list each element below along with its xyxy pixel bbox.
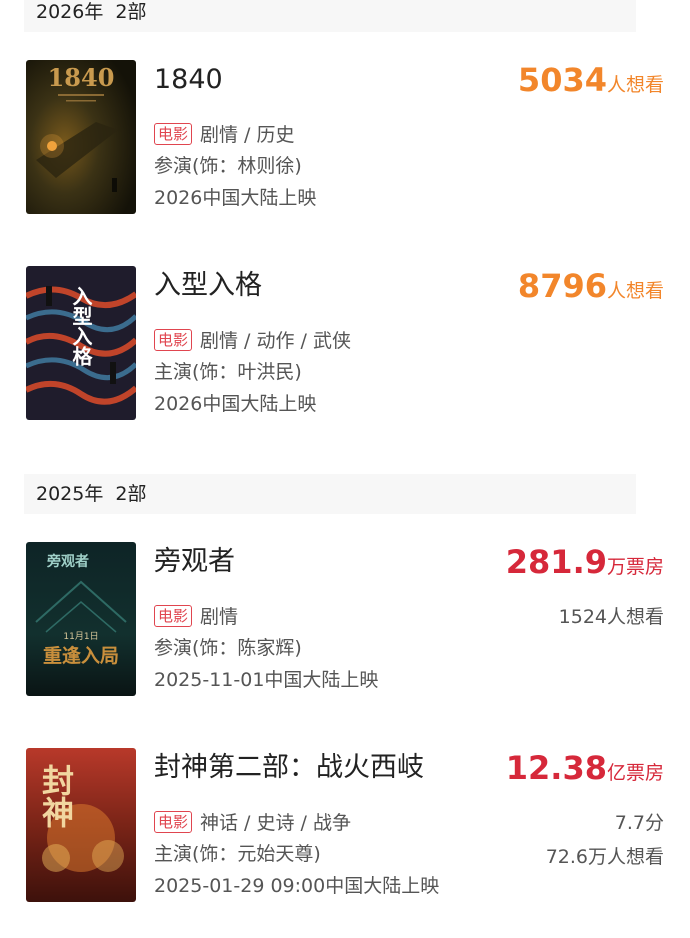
type-tag: 电影 (154, 329, 193, 351)
film-item-ruxingruge[interactable]: 入型入格 入型入格 电影 剧情 / 动作 / 武侠 主演(饰：叶洪民) 2026中… (0, 266, 690, 422)
stat-unit: 人想看 (606, 280, 664, 302)
release-line: 2025-01-29 09:00中国大陆上映 (154, 875, 440, 897)
release-line: 2026中国大陆上映 (154, 393, 317, 415)
year-header-2025: 2025年 2部 (24, 474, 636, 514)
genres: 剧情 / 历史 (200, 124, 295, 146)
cast-line: 参演(饰：陈家辉) (154, 637, 302, 659)
want-to-see-count: 72.6万人想看 (545, 846, 664, 868)
poster-title-text: 1840 (48, 63, 115, 92)
film-count: 2部 (115, 1, 147, 23)
type-tag: 电影 (154, 605, 193, 627)
genre-line: 电影 神话 / 史诗 / 战争 (154, 810, 351, 836)
poster-pangguanzhe[interactable]: 旁观者 11月1日 重逢入局 (26, 542, 136, 696)
film-title[interactable]: 1840 (154, 62, 223, 98)
want-to-see-count: 1524人想看 (558, 606, 664, 628)
type-tag: 电影 (154, 123, 193, 145)
genre-line: 电影 剧情 / 历史 (154, 122, 295, 148)
cast-line: 主演(饰：叶洪民) (154, 361, 302, 383)
stat-number: 12.38 (505, 749, 607, 787)
poster-date-text: 11月1日 (63, 631, 98, 642)
genres: 剧情 (200, 606, 239, 628)
film-title[interactable]: 入型入格 (154, 268, 262, 304)
cast-line: 主演(饰：元始天尊) (154, 843, 321, 865)
genre-line: 电影 剧情 (154, 604, 238, 630)
genre-line: 电影 剧情 / 动作 / 武侠 (154, 328, 351, 354)
want-to-see-stat: 8796人想看 (518, 266, 664, 311)
stat-unit: 人想看 (606, 74, 664, 96)
poster-fengshen-2[interactable]: 封神 (26, 748, 136, 902)
stat-number: 5034 (517, 61, 607, 99)
box-office-stat: 281.9万票房 (506, 542, 664, 587)
box-office-stat: 12.38亿票房 (506, 748, 664, 793)
year-header-2026: 2026年 2部 (24, 0, 636, 32)
want-to-see-stat: 5034人想看 (518, 60, 664, 105)
stat-number: 281.9 (505, 543, 607, 581)
film-item-1840[interactable]: 1840 1840 电影 剧情 / 历史 参演(饰：林则徐) 2026中国大陆上映… (0, 60, 690, 216)
poster-subtitle-text: 旁观者 (46, 553, 89, 570)
film-count: 2部 (115, 483, 147, 505)
film-item-pangguanzhe[interactable]: 旁观者 11月1日 重逢入局 旁观者 电影 剧情 参演(饰：陈家辉) 2025-1… (0, 542, 690, 698)
poster-ruxingruge[interactable]: 入型入格 (26, 266, 136, 420)
release-line: 2026中国大陆上映 (154, 187, 317, 209)
stat-unit: 万票房 (606, 556, 664, 578)
poster-1840[interactable]: 1840 (26, 60, 136, 214)
rating: 7.7分 (614, 812, 664, 834)
stat-unit: 亿票房 (606, 762, 664, 784)
poster-tagline-text: 重逢入局 (43, 644, 119, 667)
film-title[interactable]: 封神第二部：战火西岐 (154, 750, 424, 786)
release-line: 2025-11-01中国大陆上映 (154, 669, 379, 691)
stat-number: 8796 (517, 267, 607, 305)
poster-title-text: 入型入格 (69, 286, 93, 367)
film-item-fengshen-2[interactable]: 封神 封神第二部：战火西岐 电影 神话 / 史诗 / 战争 主演(饰：元始天尊) … (0, 748, 690, 904)
film-title[interactable]: 旁观者 (154, 544, 235, 580)
poster-title-text: 封神 (37, 764, 75, 828)
genres: 剧情 / 动作 / 武侠 (200, 330, 351, 352)
type-tag: 电影 (154, 811, 193, 833)
cast-line: 参演(饰：林则徐) (154, 155, 302, 177)
year-label: 2025年 (36, 483, 104, 505)
genres: 神话 / 史诗 / 战争 (200, 812, 351, 834)
year-label: 2026年 (36, 1, 104, 23)
